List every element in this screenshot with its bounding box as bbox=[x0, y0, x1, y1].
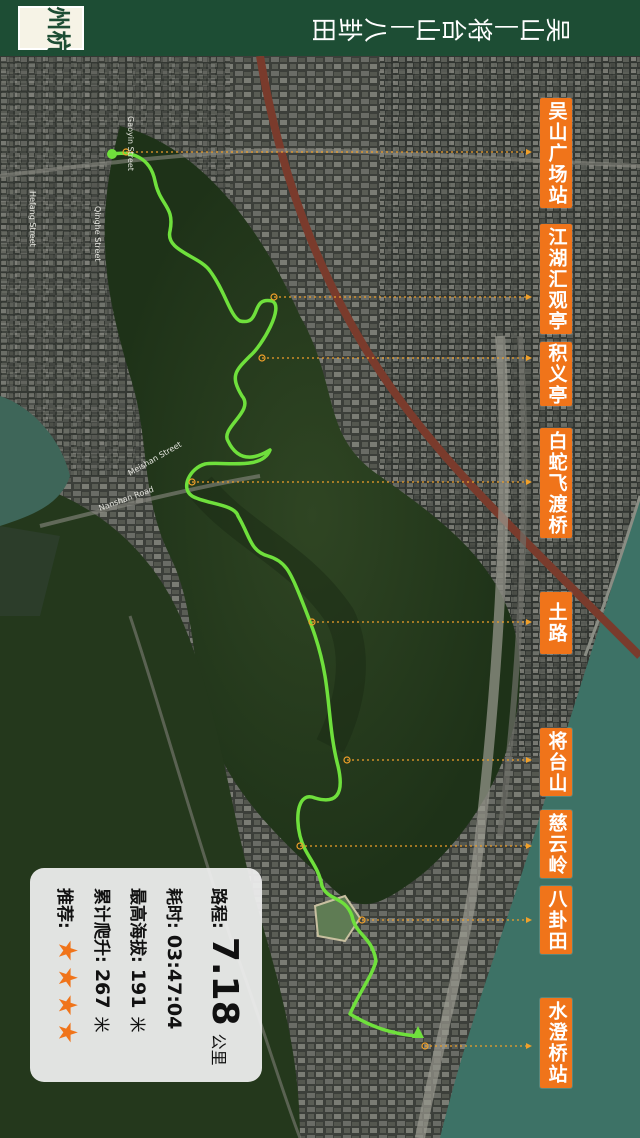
rating-stars: ★ ★ ★ ★ bbox=[52, 938, 82, 1048]
stats-card: 路程: 7.18 公里 耗时: 03:47:04 最高海拔: 191 米 累计爬… bbox=[30, 868, 262, 1082]
stat-climb: 累计爬升: 267 米 bbox=[91, 888, 116, 1033]
altitude-value: 191 bbox=[127, 968, 149, 1009]
star-icon: ★ bbox=[52, 993, 82, 1017]
time-value: 03:47:04 bbox=[163, 934, 185, 1030]
star-icon: ★ bbox=[52, 966, 82, 990]
station-tag-wushan[interactable]: 吴山广场站 bbox=[540, 98, 572, 208]
climb-unit: 米 bbox=[92, 1016, 111, 1033]
station-name: 江湖汇观亭 bbox=[545, 226, 568, 332]
city-name: 杭州 bbox=[47, 2, 71, 55]
station-name: 八卦田 bbox=[545, 888, 568, 952]
station-tag-bagua[interactable]: 八卦田 bbox=[540, 886, 572, 954]
station-name: 吴山广场站 bbox=[545, 100, 568, 206]
climb-label: 累计爬升: bbox=[91, 888, 111, 963]
station-tag-baishe[interactable]: 白蛇飞渡桥 bbox=[540, 428, 572, 538]
stat-distance: 路程: 7.18 公里 bbox=[204, 888, 245, 1066]
city-badge: 杭州 bbox=[18, 2, 84, 55]
stats-card-content: 路程: 7.18 公里 耗时: 03:47:04 最高海拔: 191 米 累计爬… bbox=[30, 868, 262, 1082]
street-label-2: Hefang Street bbox=[28, 191, 37, 247]
station-tag-jiyi[interactable]: 积义亭 bbox=[540, 342, 572, 406]
station-tag-tulu[interactable]: 土路 bbox=[540, 592, 572, 654]
route-title: 吴山—将台山—八卦田 bbox=[262, 8, 620, 48]
distance-label: 路程: bbox=[208, 888, 228, 929]
station-name: 慈云岭 bbox=[545, 812, 568, 876]
distance-unit: 公里 bbox=[209, 1033, 228, 1066]
altitude-label: 最高海拔: bbox=[127, 888, 147, 963]
station-name: 白蛇飞渡桥 bbox=[545, 430, 568, 536]
station-tag-ciyun[interactable]: 慈云岭 bbox=[540, 810, 572, 878]
street-label-1: Gaoyin Street bbox=[126, 116, 135, 171]
star-icon: ★ bbox=[52, 1020, 82, 1045]
station-tag-jianghu[interactable]: 江湖汇观亭 bbox=[540, 224, 572, 334]
station-tag-shuicheng[interactable]: 水澄桥站 bbox=[540, 998, 572, 1088]
stat-time: 耗时: 03:47:04 bbox=[163, 888, 188, 1029]
street-label-3: Qinghe Street bbox=[93, 206, 102, 262]
station-name: 土路 bbox=[545, 602, 568, 644]
map-page: 杭州 吴山—将台山—八卦田 Gaoyin Street Hefang Stree… bbox=[0, 0, 640, 1138]
station-name: 水澄桥站 bbox=[545, 1001, 568, 1085]
rating-label: 推荐: bbox=[54, 888, 74, 929]
star-icon: ★ bbox=[52, 938, 82, 963]
climb-value: 267 bbox=[91, 968, 113, 1009]
route-title-text: 吴山—将台山—八卦田 bbox=[311, 14, 571, 43]
track-start bbox=[107, 149, 117, 159]
altitude-unit: 米 bbox=[128, 1016, 147, 1033]
station-name: 将台山 bbox=[545, 730, 568, 794]
time-label: 耗时: bbox=[163, 888, 183, 929]
station-name: 积义亭 bbox=[545, 342, 568, 406]
station-tag-jiangtai[interactable]: 将台山 bbox=[540, 728, 572, 796]
header-bar: 杭州 吴山—将台山—八卦田 bbox=[0, 0, 640, 56]
stat-rating: 推荐: ★ ★ ★ ★ bbox=[52, 888, 82, 1048]
stat-altitude: 最高海拔: 191 米 bbox=[127, 888, 152, 1033]
distance-value: 7.18 bbox=[204, 936, 245, 1026]
